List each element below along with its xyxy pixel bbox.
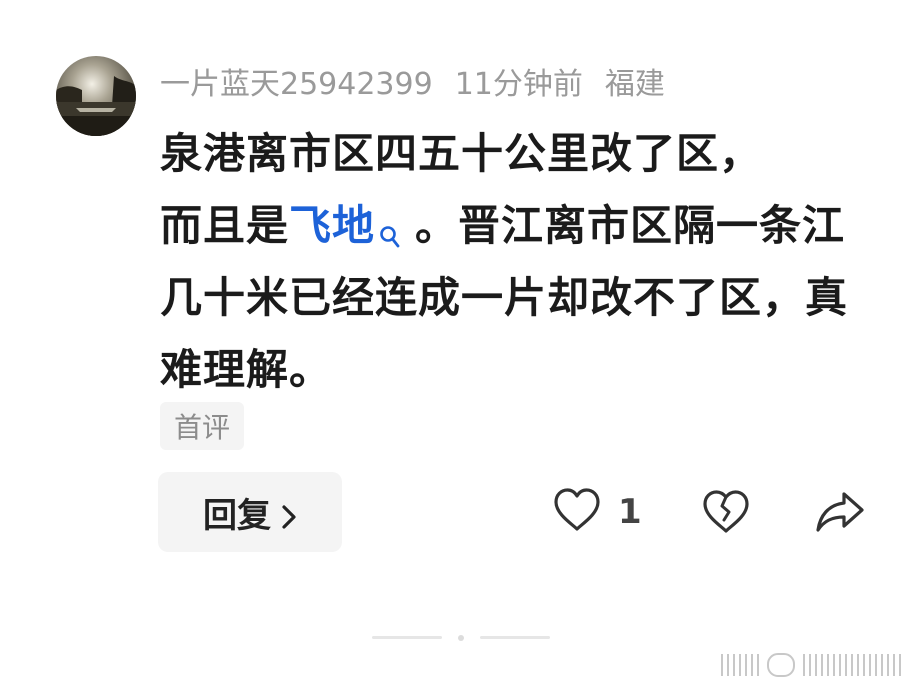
search-icon[interactable] [379,199,401,247]
comment-time: 11分钟前 [454,67,583,102]
comment-text-before-link: 而且是 [160,201,290,250]
comment-text: 泉港离市区四五十公里改了区， 而且是飞地 。晋江离市区隔一条江几十米已经连成一片却… [160,118,875,406]
comment-meta: 一片蓝天25942399 11分钟前 福建 [160,58,665,104]
broken-heart-icon[interactable] [700,486,752,538]
like-button[interactable]: 1 [552,484,642,540]
heart-outline-icon[interactable] [552,487,602,537]
username[interactable]: 一片蓝天25942399 [160,59,433,103]
comment-location: 福建 [604,67,665,102]
comment-text-line1: 泉港离市区四五十公里改了区， [160,129,763,178]
watermark-logo [716,650,906,680]
reply-button[interactable]: 回复 [158,472,342,552]
first-comment-badge: 首评 [160,402,244,450]
page-indicator-bar-left [372,636,442,639]
search-link-text[interactable]: 飞地 [289,201,375,250]
like-count: 1 [618,492,642,532]
page-indicator-dot [458,635,464,641]
avatar[interactable] [56,56,136,136]
avatar-image [56,56,136,136]
reply-label: 回复 [203,495,271,536]
page-indicator [372,632,552,642]
comment-card: 一片蓝天25942399 11分钟前 福建 泉港离市区四五十公里改了区， 而且是… [0,0,922,695]
search-link[interactable]: 飞地 [289,201,415,250]
chevron-right-icon [281,499,297,529]
page-indicator-bar-right [480,636,550,639]
share-arrow-icon[interactable] [814,486,866,538]
